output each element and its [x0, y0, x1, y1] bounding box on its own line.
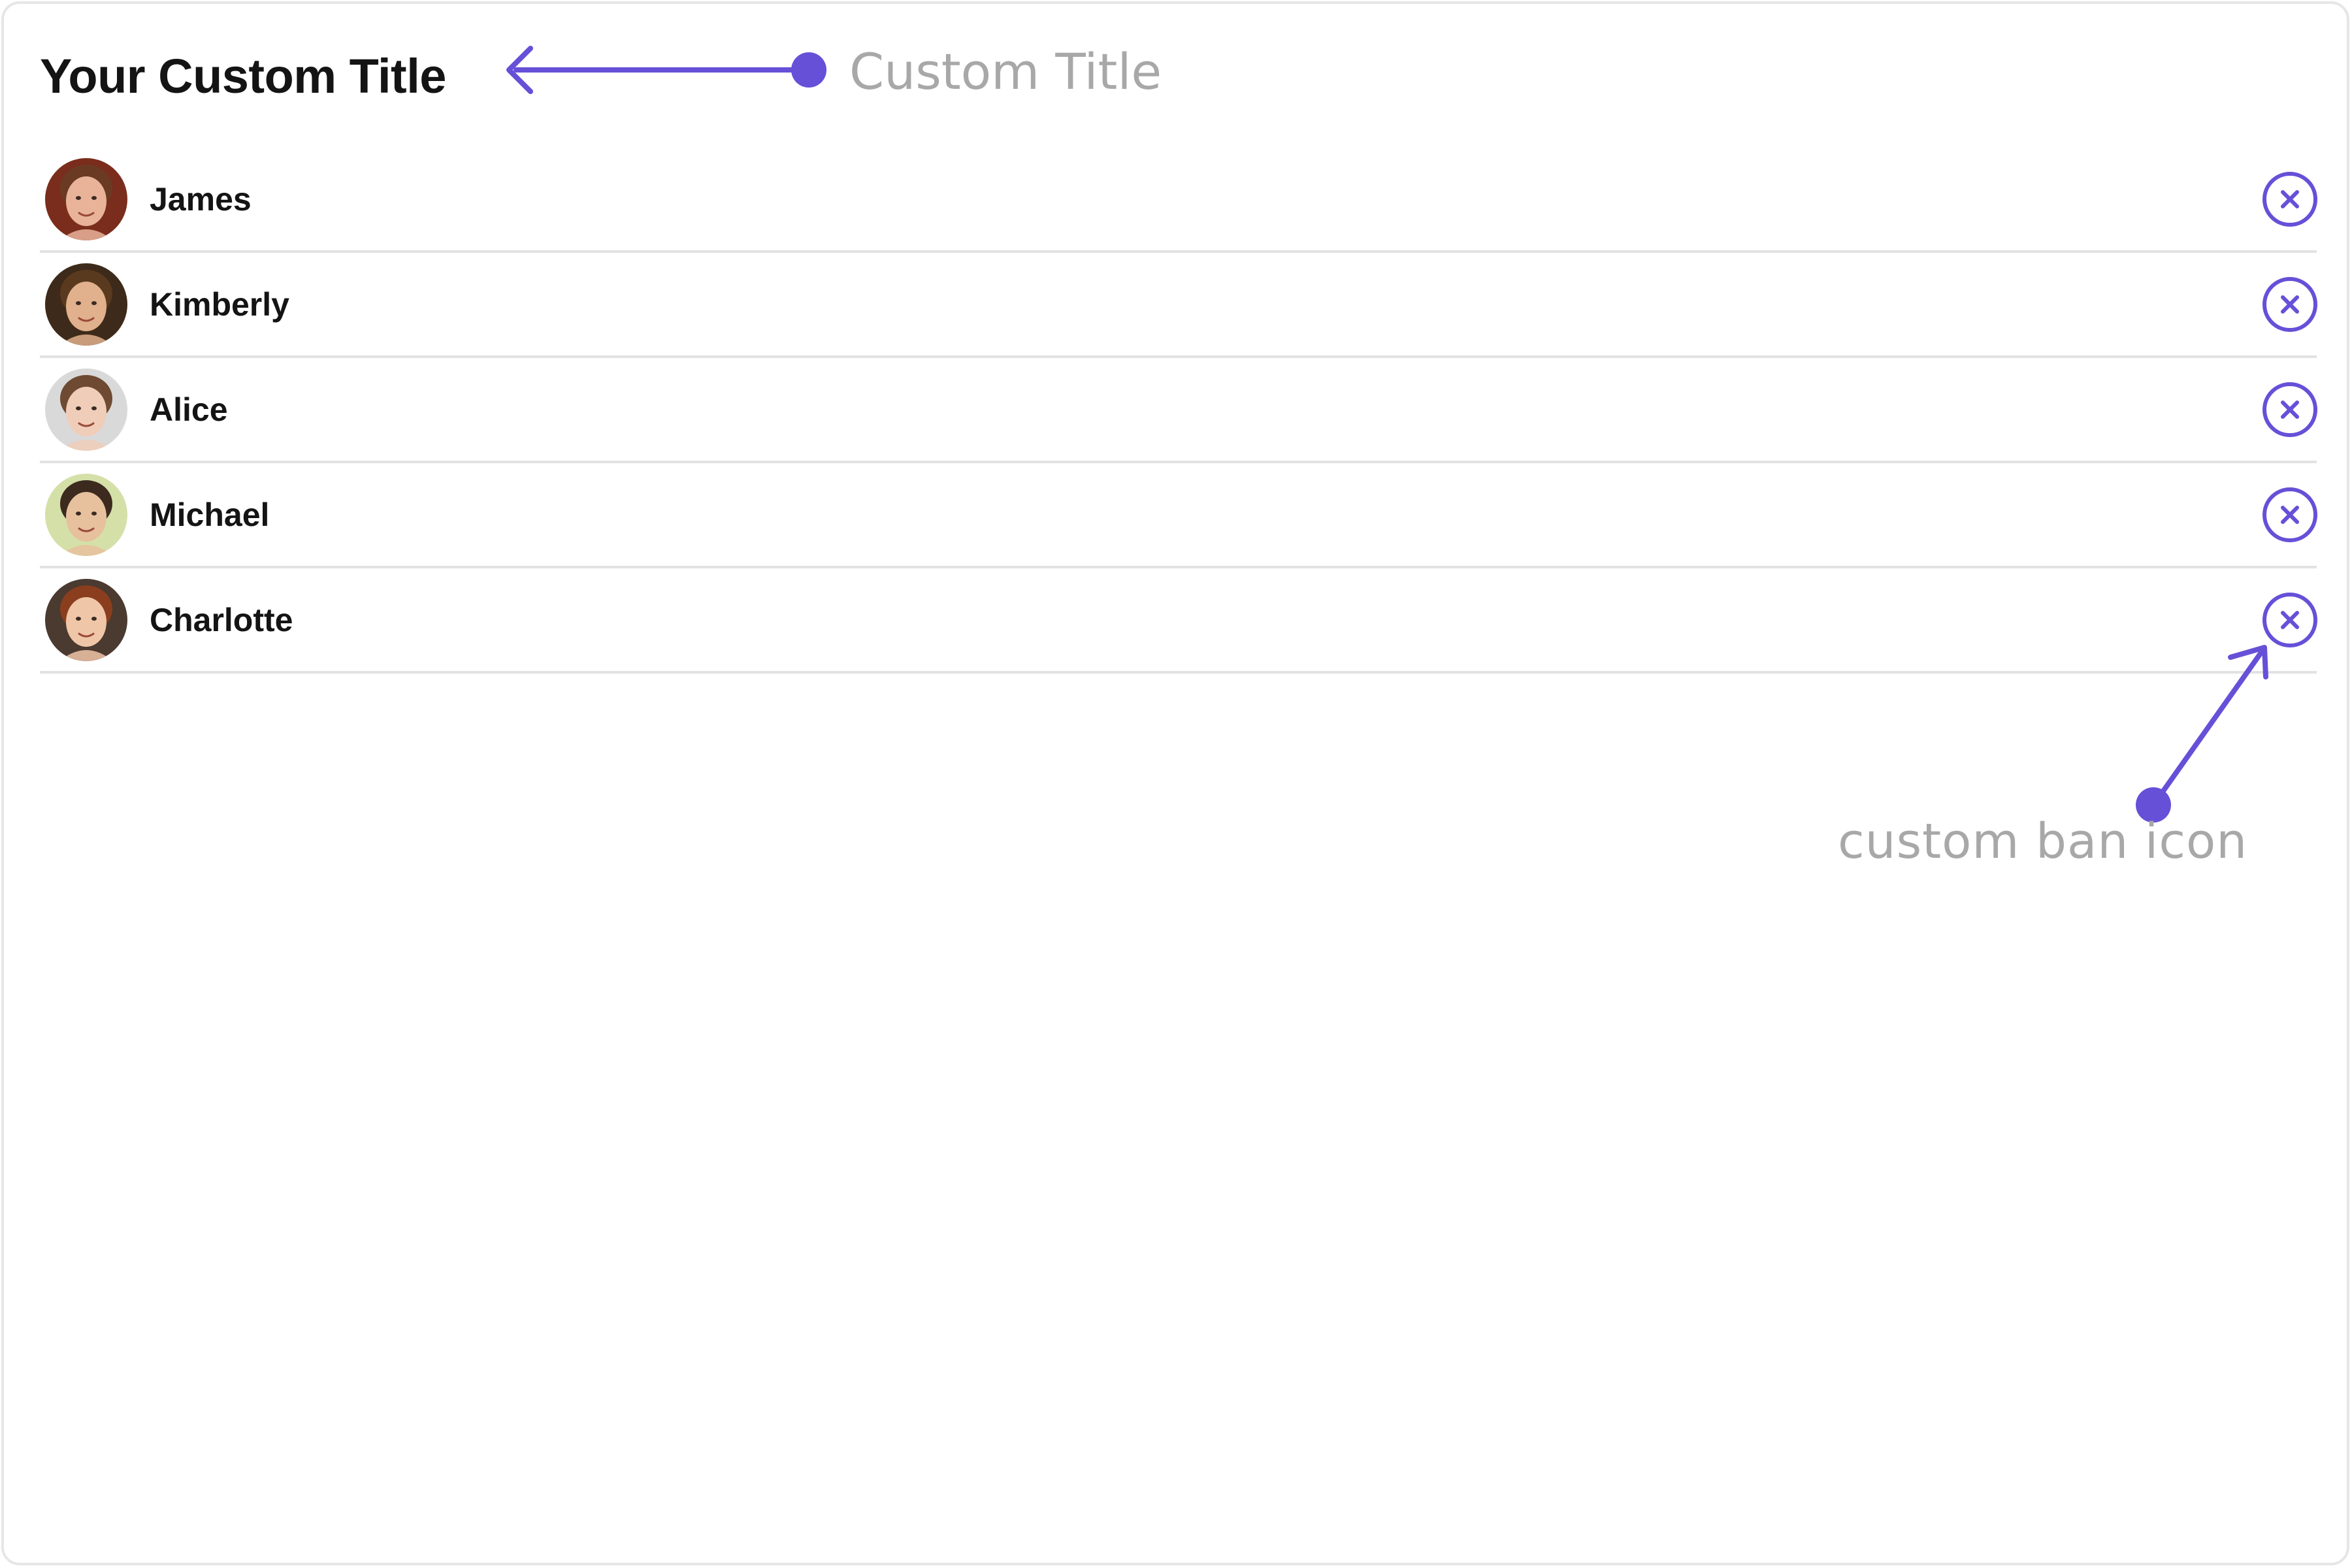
ban-icon: [2262, 382, 2317, 437]
avatar-charlotte: [45, 578, 127, 661]
ban-icon: [2262, 171, 2317, 227]
page-title: Your Custom Title: [40, 48, 446, 103]
ban-member-button[interactable]: [2262, 171, 2318, 227]
ban-icon: [2262, 487, 2317, 542]
member-name: Alice: [150, 391, 228, 428]
avatar-michael: [45, 473, 127, 556]
avatar-kimberly: [45, 263, 127, 346]
member-row[interactable]: James: [40, 148, 2317, 253]
avatar-alice: [45, 368, 127, 451]
annotation-custom-ban-icon: custom ban icon: [1838, 813, 2248, 870]
ban-member-button[interactable]: [2262, 276, 2318, 333]
ban-member-button[interactable]: [2262, 382, 2318, 438]
panel-frame: Your Custom Title James Kimberly Alice Mich…: [1, 1, 2349, 1565]
annotation-custom-title: Custom Title: [849, 42, 1162, 101]
member-name: James: [150, 180, 252, 218]
ban-icon: [2262, 592, 2317, 647]
header: Your Custom Title: [40, 43, 446, 108]
member-name: Michael: [150, 496, 270, 533]
banned-members-list: James Kimberly Alice Michael Charlotte: [40, 148, 2317, 674]
ban-member-button[interactable]: [2262, 592, 2318, 648]
member-name: Charlotte: [150, 601, 293, 638]
member-row[interactable]: Alice: [40, 358, 2317, 463]
avatar-james: [45, 157, 127, 240]
ban-member-button[interactable]: [2262, 487, 2318, 543]
member-name: Kimberly: [150, 286, 289, 323]
member-row[interactable]: Michael: [40, 463, 2317, 568]
member-row[interactable]: Kimberly: [40, 253, 2317, 358]
member-row[interactable]: Charlotte: [40, 568, 2317, 674]
ban-icon: [2262, 276, 2317, 332]
